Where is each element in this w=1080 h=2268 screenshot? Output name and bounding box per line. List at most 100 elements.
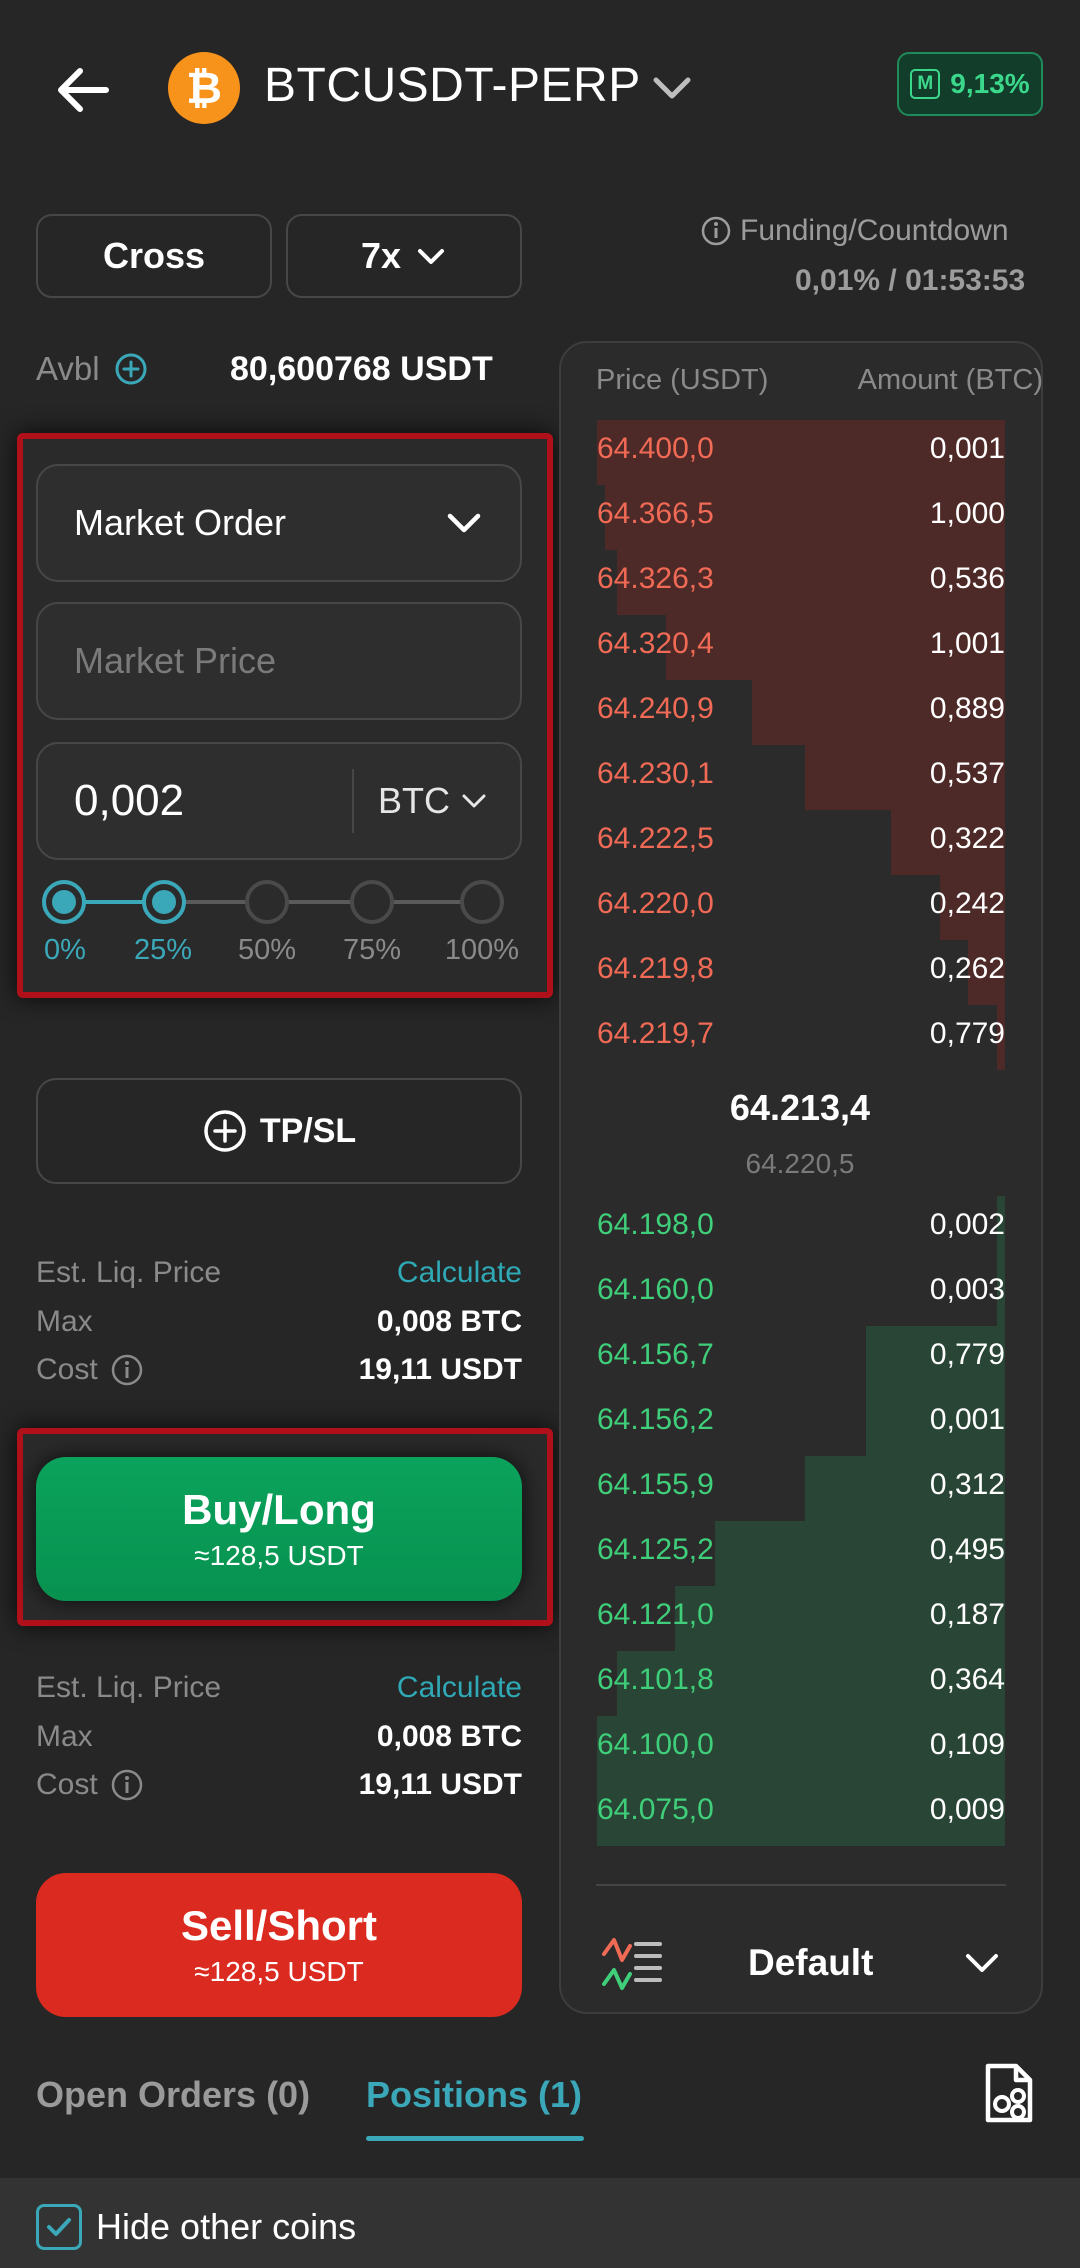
leverage-label: 7x <box>360 235 402 276</box>
bid-row[interactable]: 64.121,0 0,187 <box>597 1598 1005 1632</box>
ask-price: 64.220,0 <box>597 887 714 920</box>
checkmark-icon <box>47 2218 71 2236</box>
cost-value: 19,11 USDT <box>358 1353 522 1386</box>
bid-price: 64.121,0 <box>597 1598 714 1631</box>
available-balance: 80,600768 USDT <box>230 350 493 388</box>
pair-title[interactable]: BTCUSDT-PERP <box>264 58 641 113</box>
ask-row[interactable]: 64.400,0 0,001 <box>597 432 1005 466</box>
ask-price: 64.222,5 <box>597 822 714 855</box>
plus-circle-icon <box>204 1110 246 1152</box>
bid-amount: 0,002 <box>929 1208 1005 1241</box>
margin-icon: M <box>910 69 941 99</box>
bid-price: 64.101,8 <box>597 1663 714 1696</box>
ask-row[interactable]: 64.320,4 1,001 <box>597 627 1005 661</box>
info-icon[interactable] <box>110 1768 144 1802</box>
max-label: Max <box>36 1720 93 1753</box>
ask-row[interactable]: 64.240,9 0,889 <box>597 692 1005 726</box>
slider-step-50[interactable] <box>245 880 289 924</box>
divider <box>596 1884 1006 1886</box>
slider-mark-label: 75% <box>342 934 402 966</box>
bid-amount: 0,312 <box>929 1468 1005 1501</box>
ask-row[interactable]: 64.219,7 0,779 <box>597 1017 1005 1051</box>
price-header: Price (USDT) <box>596 364 769 396</box>
add-funds-icon[interactable] <box>114 352 148 386</box>
ask-row[interactable]: 64.219,8 0,262 <box>597 952 1005 986</box>
ask-price: 64.326,3 <box>597 562 714 595</box>
hide-other-coins-checkbox[interactable] <box>36 2204 82 2250</box>
chevron-down-icon <box>447 513 481 533</box>
tpsl-button[interactable]: TP/SL <box>36 1078 522 1184</box>
bid-row[interactable]: 64.198,0 0,002 <box>597 1208 1005 1242</box>
slider-step-75[interactable] <box>350 880 394 924</box>
back-button[interactable] <box>50 55 120 125</box>
bid-price: 64.156,2 <box>597 1403 714 1436</box>
bid-amount: 0,109 <box>929 1728 1005 1761</box>
ask-price: 64.320,4 <box>597 627 714 660</box>
bid-row[interactable]: 64.160,0 0,003 <box>597 1273 1005 1307</box>
ask-amount: 0,537 <box>929 757 1005 790</box>
info-icon[interactable] <box>110 1353 144 1387</box>
max-value: 0,008 BTC <box>376 1720 522 1753</box>
chevron-down-icon[interactable] <box>962 1946 1002 1980</box>
sell-short-button[interactable]: Sell/Short ≈128,5 USDT <box>36 1873 522 2017</box>
bid-row[interactable]: 64.101,8 0,364 <box>597 1663 1005 1697</box>
cost-value: 19,11 USDT <box>358 1768 522 1801</box>
slider-mark-label: 100% <box>444 934 520 966</box>
bid-price: 64.075,0 <box>597 1793 714 1826</box>
depth-mode-label[interactable]: Default <box>748 1942 873 1984</box>
calculate-link[interactable]: Calculate <box>397 1256 522 1290</box>
price-field[interactable]: Market Price <box>36 602 522 720</box>
leverage-button[interactable]: 7x <box>286 214 522 298</box>
ask-price: 64.219,7 <box>597 1017 714 1050</box>
ask-row[interactable]: 64.220,0 0,242 <box>597 887 1005 921</box>
liq-price-label: Est. Liq. Price <box>36 1256 222 1289</box>
margin-ratio-badge[interactable]: M 9,13% <box>897 52 1043 116</box>
ask-price: 64.240,9 <box>597 692 714 725</box>
bid-row[interactable]: 64.075,0 0,009 <box>597 1793 1005 1827</box>
slider-step-0[interactable] <box>42 880 86 924</box>
cost-label: Cost <box>36 1768 144 1802</box>
ask-amount: 0,001 <box>929 432 1005 465</box>
bid-row[interactable]: 64.156,2 0,001 <box>597 1403 1005 1437</box>
bid-row[interactable]: 64.156,7 0,779 <box>597 1338 1005 1372</box>
quantity-unit-select[interactable]: BTC <box>352 769 488 833</box>
ask-row[interactable]: 64.222,5 0,322 <box>597 822 1005 856</box>
margin-mode-button[interactable]: Cross <box>36 214 272 298</box>
arrow-left-icon <box>58 68 109 112</box>
quantity-value: 0,002 <box>74 776 185 825</box>
buy-long-button[interactable]: Buy/Long ≈128,5 USDT <box>36 1457 522 1601</box>
slider-step-25[interactable] <box>142 880 186 924</box>
last-price: 64.213,4 <box>729 1087 871 1128</box>
share-position-icon[interactable] <box>976 2060 1040 2128</box>
slider-mark-label: 25% <box>133 934 193 966</box>
calculate-link[interactable]: Calculate <box>397 1671 522 1705</box>
ask-amount: 0,242 <box>929 887 1005 920</box>
bid-amount: 0,779 <box>929 1338 1005 1371</box>
tab-open-orders[interactable]: Open Orders (0) <box>36 2074 310 2116</box>
amount-header: Amount (BTC) <box>857 364 1043 396</box>
active-tab-indicator <box>366 2136 584 2141</box>
bid-amount: 0,009 <box>929 1793 1005 1826</box>
available-label: Avbl <box>36 350 148 388</box>
bid-row[interactable]: 64.100,0 0,109 <box>597 1728 1005 1762</box>
bid-price: 64.125,2 <box>597 1533 714 1566</box>
bid-price: 64.100,0 <box>597 1728 714 1761</box>
quantity-field[interactable]: 0,002 BTC <box>36 742 522 860</box>
bid-amount: 0,003 <box>929 1273 1005 1306</box>
ask-row[interactable]: 64.326,3 0,536 <box>597 562 1005 596</box>
bid-row[interactable]: 64.125,2 0,495 <box>597 1533 1005 1567</box>
tab-positions[interactable]: Positions (1) <box>366 2074 582 2116</box>
ask-row[interactable]: 64.366,5 1,000 <box>597 497 1005 531</box>
slider-step-100[interactable] <box>460 880 504 924</box>
margin-ratio-value: 9,13% <box>950 68 1030 99</box>
funding-label[interactable]: Funding/Countdown <box>700 214 1009 248</box>
depth-view-icon[interactable] <box>600 1932 664 1992</box>
bid-row[interactable]: 64.155,9 0,312 <box>597 1468 1005 1502</box>
margin-mode-label: Cross <box>102 235 206 276</box>
ask-row[interactable]: 64.230,1 0,537 <box>597 757 1005 791</box>
ask-amount: 0,262 <box>929 952 1005 985</box>
chevron-down-icon[interactable] <box>650 66 694 110</box>
hide-other-coins-label[interactable]: Hide other coins <box>96 2206 356 2248</box>
order-type-select[interactable]: Market Order <box>36 464 522 582</box>
chevron-down-icon <box>462 794 486 808</box>
